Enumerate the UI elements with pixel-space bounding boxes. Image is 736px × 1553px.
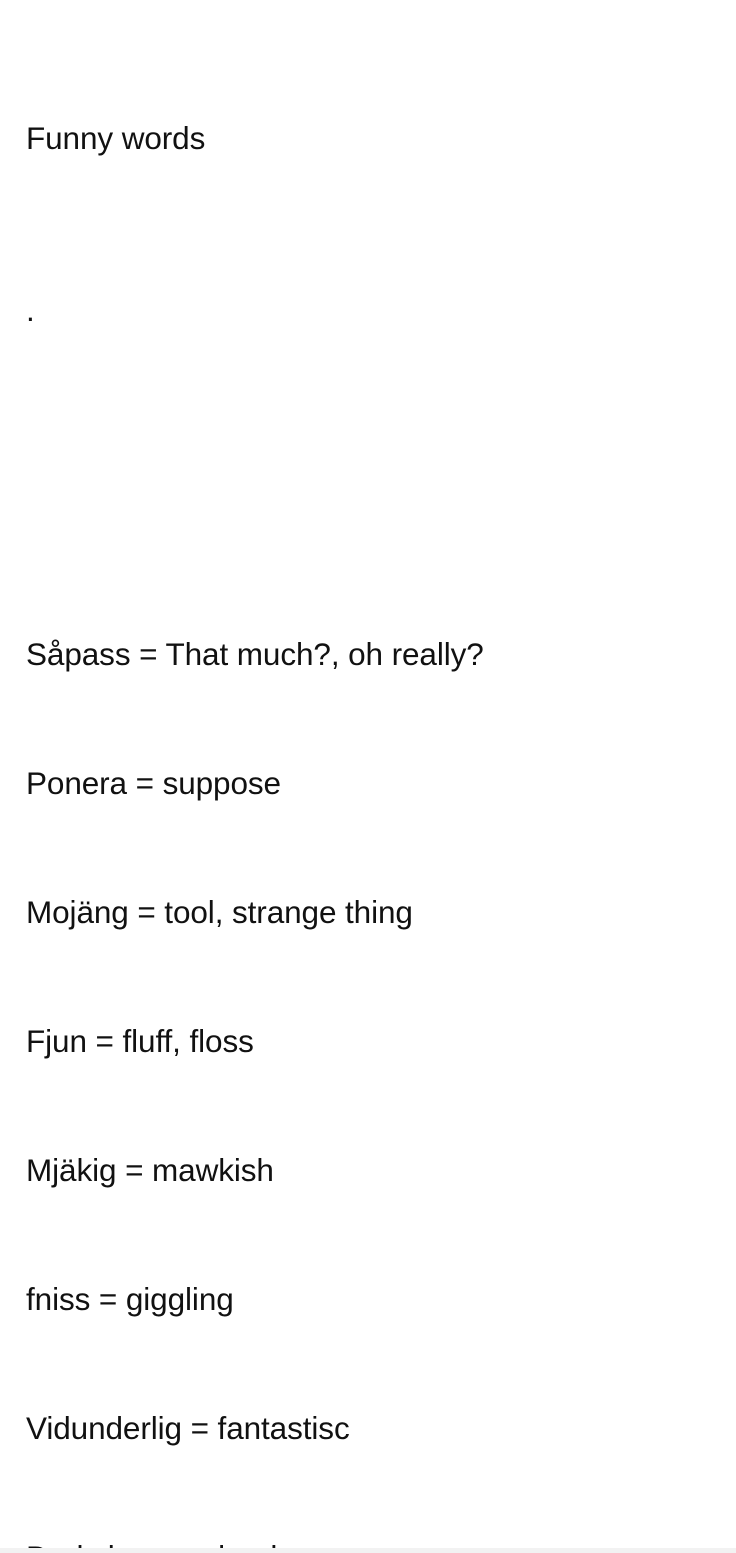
word-entry: Mojäng = tool, strange thing <box>26 894 413 930</box>
word-entry: Mjäkig = mawkish <box>26 1152 274 1188</box>
word-entry: Såpass = That much?, oh really? <box>26 636 484 672</box>
word-entry: fniss = giggling <box>26 1281 234 1317</box>
page-title: Funny words <box>26 120 206 156</box>
text-post-page: Funny words . Såpass = That much?, oh re… <box>0 0 736 1553</box>
separator-period-line: . <box>26 292 35 328</box>
word-list-text-block: Funny words . Såpass = That much?, oh re… <box>26 0 726 1553</box>
word-entry: Vidunderlig = fantastisc <box>26 1410 350 1446</box>
word-entry: Ponera = suppose <box>26 765 281 801</box>
word-entry: Fjun = fluff, floss <box>26 1023 254 1059</box>
bottom-edge-strip <box>0 1548 736 1553</box>
